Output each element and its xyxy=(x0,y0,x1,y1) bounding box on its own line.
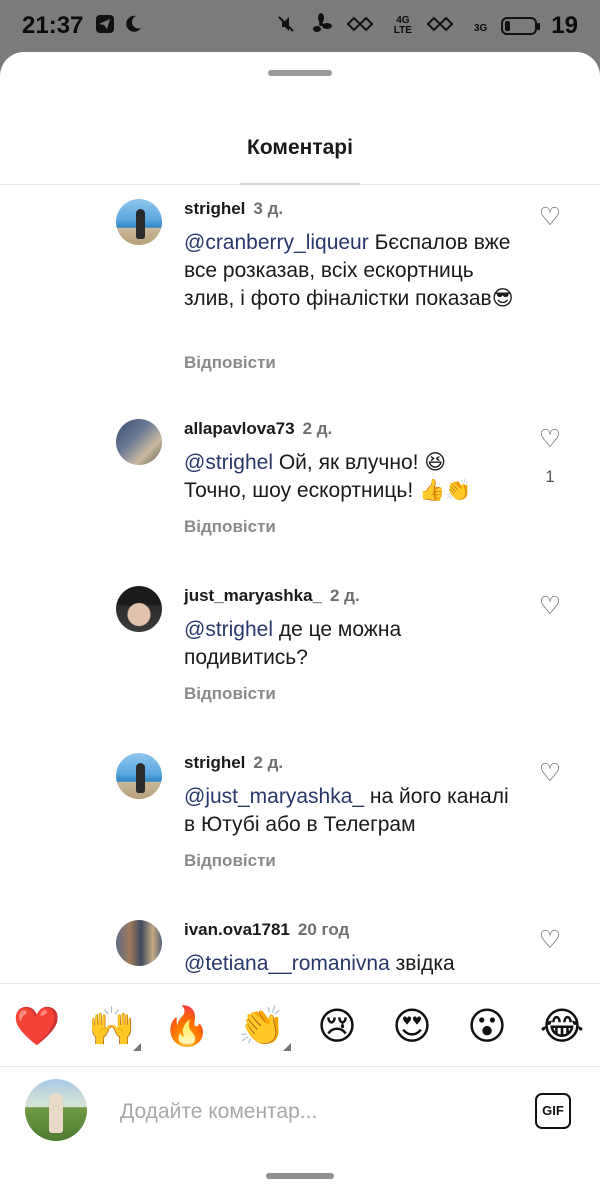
battery-percent: 19 xyxy=(551,12,578,39)
comment-username[interactable]: strighel 3 д. xyxy=(184,199,283,219)
emoji-heart-eyes[interactable]: 😍 xyxy=(387,1001,437,1051)
battery-icon xyxy=(501,17,541,35)
avatar[interactable] xyxy=(116,586,162,632)
signal-icon xyxy=(346,15,380,37)
sheet-title: Коментарі xyxy=(247,136,353,159)
reply-button[interactable]: Відповісти xyxy=(184,517,276,537)
comment-input-row: GIF xyxy=(0,1067,600,1157)
comment-mention[interactable]: @just_maryashka_ xyxy=(184,785,364,808)
comment-text: @tetiana__romanivna звідка xyxy=(184,952,455,975)
like-count: 1 xyxy=(545,467,555,486)
status-time: 21:37 xyxy=(22,12,84,39)
comment-age: 2 д. xyxy=(302,419,333,438)
gif-button[interactable]: GIF xyxy=(535,1093,571,1129)
comments-sheet: Коментарі strighel 3 д. @cranberry_liqueu… xyxy=(0,52,600,1200)
emoji-bar: ❤️ 🙌 🔥 👏 😢 😍 😮 😂 xyxy=(0,983,600,1067)
comment-username[interactable]: ivan.ova1781 20 год xyxy=(184,920,349,940)
emoji-surprised-face[interactable]: 😮 xyxy=(462,1001,512,1051)
comment-input[interactable] xyxy=(120,1095,500,1129)
network-4g-lte: 4G LTE xyxy=(393,15,412,36)
status-left-icons xyxy=(95,14,143,38)
emoji-variant-indicator xyxy=(283,1043,291,1051)
avatar[interactable] xyxy=(116,753,162,799)
comment-age: 3 д. xyxy=(253,199,284,218)
comment-text: @cranberry_liqueur Бєспалов вже все розк… xyxy=(184,231,514,310)
heart-icon[interactable]: ♡ xyxy=(536,205,564,230)
emoji-variant-indicator xyxy=(133,1043,141,1051)
avatar[interactable] xyxy=(116,419,162,465)
signal-icon-2 xyxy=(426,15,460,37)
comment-username[interactable]: strighel 2 д. xyxy=(184,753,283,773)
telegram-icon xyxy=(95,14,115,38)
emoji-fire[interactable]: 🔥 xyxy=(162,1001,212,1051)
heart-icon[interactable]: ♡ xyxy=(536,928,564,953)
comment-mention[interactable]: @strighel xyxy=(184,451,273,474)
my-avatar xyxy=(25,1079,87,1141)
comment-age: 2 д. xyxy=(253,753,284,772)
reply-button[interactable]: Відповісти xyxy=(184,851,276,871)
emoji-tears-of-joy[interactable]: 😂 xyxy=(537,1001,587,1051)
mute-icon xyxy=(276,14,296,38)
heart-icon[interactable]: ♡ xyxy=(536,594,564,619)
comment-age: 20 год xyxy=(297,920,350,939)
moon-icon xyxy=(123,14,143,38)
network-3g: 3G xyxy=(473,23,488,34)
emoji-crying-face[interactable]: 😢 xyxy=(312,1001,362,1051)
emoji-raising-hands[interactable]: 🙌 xyxy=(87,1001,141,1051)
avatar[interactable] xyxy=(116,920,162,966)
comments-list: strighel 3 д. @cranberry_liqueur Бєспалов… xyxy=(0,185,600,985)
comment-mention[interactable]: @tetiana__romanivna xyxy=(184,952,390,975)
comment-mention[interactable]: @strighel xyxy=(184,618,273,641)
comment-username[interactable]: just_maryashka_ 2 д. xyxy=(184,586,360,606)
comment-text: @just_maryashka_ на його каналі в Ютубі … xyxy=(184,785,509,836)
fan-icon xyxy=(310,13,332,39)
status-bar: 21:37 4G LTE 3G 19 xyxy=(0,0,600,52)
sheet-drag-handle[interactable] xyxy=(268,70,332,76)
comment-text: @strighel де це можна подивитись? xyxy=(184,618,402,669)
comment-username[interactable]: allapavlova73 2 д. xyxy=(184,419,332,439)
emoji-clapping-hands[interactable]: 👏 xyxy=(237,1001,291,1051)
reply-button[interactable]: Відповісти xyxy=(184,353,276,373)
comment-text: @strighel Ой, як влучно! 😆 Точно, шоу ес… xyxy=(184,451,472,502)
avatar[interactable] xyxy=(116,199,162,245)
navigation-handle[interactable] xyxy=(266,1173,334,1179)
comment-age: 2 д. xyxy=(329,586,360,605)
status-right-icons: 4G LTE 3G 19 xyxy=(276,12,578,40)
emoji-heart[interactable]: ❤️ xyxy=(12,1001,62,1051)
reply-button[interactable]: Відповісти xyxy=(184,684,276,704)
heart-icon[interactable]: ♡ xyxy=(536,427,564,452)
comment-mention[interactable]: @cranberry_liqueur xyxy=(184,231,369,254)
heart-icon[interactable]: ♡ xyxy=(536,761,564,786)
